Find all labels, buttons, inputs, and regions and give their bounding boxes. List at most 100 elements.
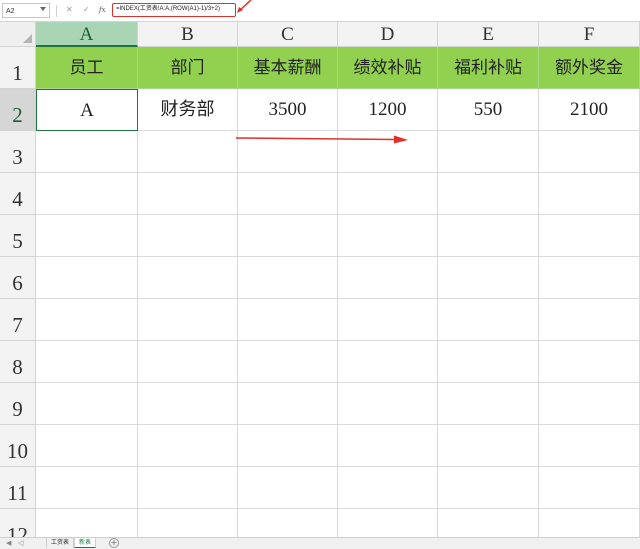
cell-c6[interactable] (238, 257, 338, 299)
cell-c5[interactable] (238, 215, 338, 257)
cell-e5[interactable] (438, 215, 539, 257)
cell-b7[interactable] (138, 299, 238, 341)
cell-a4[interactable] (36, 173, 138, 215)
cell-b12[interactable] (138, 509, 238, 537)
cell-e11[interactable] (438, 467, 539, 509)
cell-f3[interactable] (539, 131, 640, 173)
column-header-d[interactable]: D (338, 22, 438, 47)
row-header-8[interactable]: 8 (0, 341, 36, 383)
select-all-corner[interactable] (0, 22, 36, 47)
insert-function-icon[interactable]: fx (99, 4, 106, 16)
cell-c1[interactable]: 基本薪酬 (238, 47, 338, 89)
cell-e8[interactable] (438, 341, 539, 383)
cell-a7[interactable] (36, 299, 138, 341)
cell-a2[interactable]: A (36, 89, 138, 131)
cell-e12[interactable] (438, 509, 539, 537)
cell-d8[interactable] (338, 341, 438, 383)
row-header-5[interactable]: 5 (0, 215, 36, 257)
cell-d10[interactable] (338, 425, 438, 467)
cell-b6[interactable] (138, 257, 238, 299)
cell-c2[interactable]: 3500 (238, 89, 338, 131)
cell-e6[interactable] (438, 257, 539, 299)
cell-f11[interactable] (539, 467, 640, 509)
cell-a1[interactable]: 员工 (36, 47, 138, 89)
row-header-11[interactable]: 11 (0, 467, 36, 509)
cell-b8[interactable] (138, 341, 238, 383)
row-header-2[interactable]: 2 (0, 89, 36, 131)
cell-b9[interactable] (138, 383, 238, 425)
cell-e2[interactable]: 550 (438, 89, 539, 131)
cell-d1[interactable]: 绩效补贴 (338, 47, 438, 89)
cell-a3[interactable] (36, 131, 138, 173)
cell-a12[interactable] (36, 509, 138, 537)
cell-c4[interactable] (238, 173, 338, 215)
cell-d5[interactable] (338, 215, 438, 257)
cell-c11[interactable] (238, 467, 338, 509)
cell-b10[interactable] (138, 425, 238, 467)
cell-c12[interactable] (238, 509, 338, 537)
sheet-tab-salary[interactable]: 工资表 (46, 538, 74, 548)
cancel-icon[interactable]: ✕ (66, 4, 73, 16)
column-header-c[interactable]: C (238, 22, 338, 47)
cell-b1[interactable]: 部门 (138, 47, 238, 89)
column-header-e[interactable]: E (438, 22, 539, 47)
plus-circle-icon[interactable]: + (109, 538, 119, 548)
cell-f2[interactable]: 2100 (539, 89, 640, 131)
cell-a6[interactable] (36, 257, 138, 299)
cell-e4[interactable] (438, 173, 539, 215)
chevron-down-icon[interactable] (40, 7, 46, 11)
row-header-4[interactable]: 4 (0, 173, 36, 215)
row-header-1[interactable]: 1 (0, 47, 36, 89)
cell-e10[interactable] (438, 425, 539, 467)
cell-a8[interactable] (36, 341, 138, 383)
cell-d6[interactable] (338, 257, 438, 299)
row-number: 7 (12, 313, 23, 337)
cell-d11[interactable] (338, 467, 438, 509)
row-header-3[interactable]: 3 (0, 131, 36, 173)
row-header-10[interactable]: 10 (0, 425, 36, 467)
cell-e1[interactable]: 福利补贴 (438, 47, 539, 89)
column-header-a[interactable]: A (36, 22, 138, 47)
row-header-12[interactable]: 12 (0, 509, 36, 537)
cell-a11[interactable] (36, 467, 138, 509)
confirm-icon[interactable]: ✓ (83, 4, 90, 16)
cell-d9[interactable] (338, 383, 438, 425)
cell-d7[interactable] (338, 299, 438, 341)
cell-c9[interactable] (238, 383, 338, 425)
cell-f12[interactable] (539, 509, 640, 537)
cell-a5[interactable] (36, 215, 138, 257)
cell-f5[interactable] (539, 215, 640, 257)
cell-c8[interactable] (238, 341, 338, 383)
cell-f8[interactable] (539, 341, 640, 383)
row-header-7[interactable]: 7 (0, 299, 36, 341)
cell-f1[interactable]: 额外奖金 (539, 47, 640, 89)
cell-a9[interactable] (36, 383, 138, 425)
cell-e9[interactable] (438, 383, 539, 425)
cell-c10[interactable] (238, 425, 338, 467)
cell-c7[interactable] (238, 299, 338, 341)
cell-b2[interactable]: 财务部 (138, 89, 238, 131)
cell-e7[interactable] (438, 299, 539, 341)
cell-e3[interactable] (438, 131, 539, 173)
row-header-9[interactable]: 9 (0, 383, 36, 425)
cell-f10[interactable] (539, 425, 640, 467)
cell-f7[interactable] (539, 299, 640, 341)
cell-d2[interactable]: 1200 (338, 89, 438, 131)
tab-prev-icon[interactable]: ◁ (18, 539, 23, 548)
column-header-f[interactable]: F (539, 22, 640, 47)
sheet-tab-new[interactable]: 新表 (74, 538, 96, 548)
cell-d4[interactable] (338, 173, 438, 215)
column-header-b[interactable]: B (138, 22, 238, 47)
cell-f9[interactable] (539, 383, 640, 425)
cell-f4[interactable] (539, 173, 640, 215)
cell-a10[interactable] (36, 425, 138, 467)
formula-input[interactable]: =INDEX(工资表!A:A,(ROW(A1)-1)/3+2) (112, 3, 236, 17)
cell-b11[interactable] (138, 467, 238, 509)
cell-b5[interactable] (138, 215, 238, 257)
tab-first-icon[interactable]: ◀ (6, 539, 11, 548)
cell-f6[interactable] (539, 257, 640, 299)
row-header-6[interactable]: 6 (0, 257, 36, 299)
cell-d12[interactable] (338, 509, 438, 537)
cell-b3[interactable] (138, 131, 238, 173)
cell-b4[interactable] (138, 173, 238, 215)
